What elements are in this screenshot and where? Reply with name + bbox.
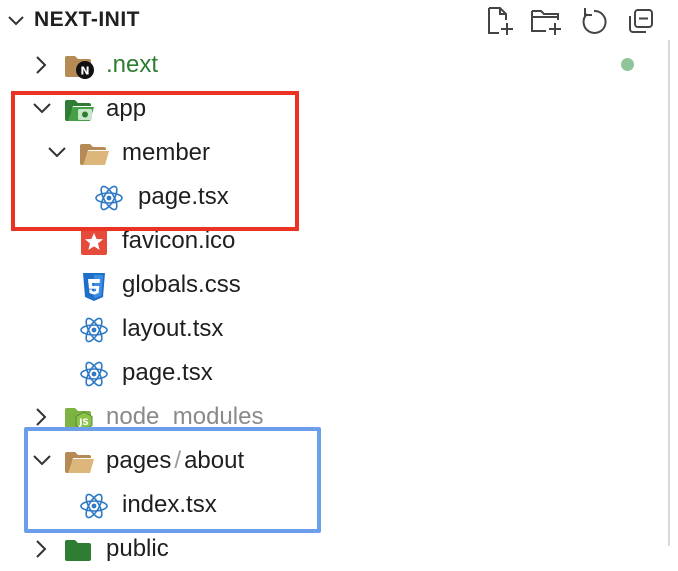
chevron-down-icon[interactable]	[31, 98, 53, 118]
folder-open-icon	[65, 452, 94, 473]
tree-item-pages-about[interactable]: pages / about	[0, 439, 668, 483]
tree-item-label: node_modules	[106, 403, 264, 430]
node-folder-icon: JS	[65, 408, 93, 431]
path-separator: /	[174, 447, 182, 474]
next-folder-icon: N	[65, 56, 94, 79]
tree-item-label: member	[122, 139, 211, 166]
css3-icon	[83, 273, 105, 301]
explorer-title: NEXT-INIT	[34, 8, 141, 31]
new-file-icon[interactable]	[483, 5, 515, 37]
chevron-down-icon[interactable]	[6, 11, 26, 31]
path-segment-about[interactable]: about	[184, 447, 244, 474]
tree-item-label: globals.css	[122, 271, 241, 298]
tree-item-label: app	[106, 95, 147, 122]
tree-item-page-tsx[interactable]: page.tsx	[0, 351, 668, 395]
collapse-all-icon[interactable]	[625, 5, 657, 37]
new-folder-icon[interactable]	[529, 5, 563, 37]
tree-item-label: .next	[106, 51, 159, 78]
tree-item-label: page.tsx	[122, 359, 213, 386]
svg-text:JS: JS	[78, 418, 89, 428]
svg-text:N: N	[80, 65, 89, 78]
tree-item-label: page.tsx	[138, 183, 229, 210]
tree-item-app[interactable]: app	[0, 87, 668, 131]
tree-item-next[interactable]: N .next	[0, 43, 668, 87]
tree-item-label: pages / about	[106, 446, 244, 476]
chevron-right-icon[interactable]	[31, 406, 51, 428]
tree-item-favicon[interactable]: favicon.ico	[0, 219, 668, 263]
react-icon	[80, 493, 108, 519]
chevron-right-icon[interactable]	[31, 54, 51, 76]
folder-open-icon	[80, 144, 109, 165]
public-folder-icon	[65, 540, 91, 561]
tree-item-node-modules[interactable]: JS node_modules	[0, 395, 668, 439]
react-icon	[80, 361, 108, 387]
tree-item-page-tsx[interactable]: page.tsx	[0, 175, 668, 219]
refresh-icon[interactable]	[579, 5, 609, 37]
react-icon	[95, 185, 123, 211]
tree-item-layout-tsx[interactable]: layout.tsx	[0, 307, 668, 351]
app-folder-icon	[65, 100, 94, 121]
chevron-right-icon[interactable]	[31, 538, 51, 560]
modified-dot	[621, 58, 634, 71]
favicon-icon	[81, 229, 107, 255]
tree-item-label: favicon.ico	[122, 227, 236, 254]
tree-item-globals-css[interactable]: globals.css	[0, 263, 668, 307]
tree-item-index-tsx[interactable]: index.tsx	[0, 483, 668, 527]
chevron-down-icon[interactable]	[31, 450, 53, 470]
tree-item-label: public	[106, 535, 169, 562]
tree-item-label: index.tsx	[122, 491, 217, 518]
chevron-down-icon[interactable]	[46, 142, 68, 162]
path-segment-pages[interactable]: pages	[106, 447, 171, 474]
explorer-header[interactable]: NEXT-INIT	[0, 0, 678, 40]
tree-item-label: layout.tsx	[122, 315, 224, 342]
react-icon	[80, 317, 108, 343]
tree-item-member[interactable]: member	[0, 131, 668, 175]
tree-item-public[interactable]: public	[0, 527, 668, 571]
scrollbar[interactable]	[668, 40, 670, 546]
